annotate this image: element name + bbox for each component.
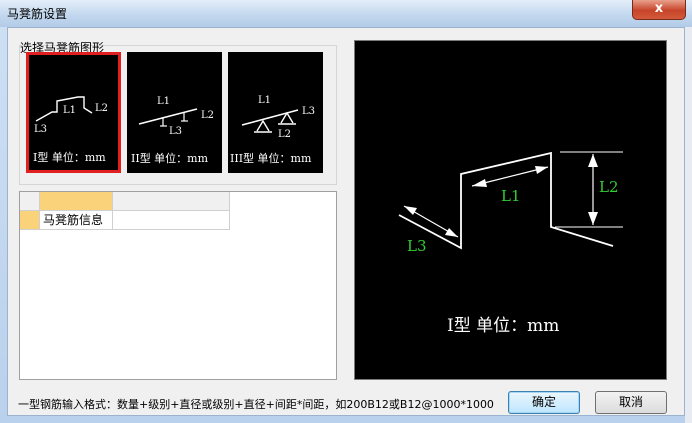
shape-2-l2: L2 xyxy=(201,110,214,121)
input-format-hint: 一型钢筋输入格式：数量+级别+直径或级别+直径+间距*间距，如200B12或B1… xyxy=(18,398,494,411)
shape-2-l3: L3 xyxy=(169,126,182,137)
shape-3-l1: L1 xyxy=(258,95,271,106)
ok-button[interactable]: 确定 xyxy=(508,391,580,414)
grid-row-value[interactable] xyxy=(113,211,230,230)
shape-type-2-drawing: L1 L2 L3 II型 单位：mm xyxy=(131,96,214,165)
title-bar: 马凳筋设置 x xyxy=(0,0,692,27)
shape-3-l3: L3 xyxy=(302,106,315,117)
grid-row-header[interactable] xyxy=(20,211,40,230)
shape-1-l2: L2 xyxy=(95,103,108,114)
shape-option-type-1[interactable]: L1 L2 L3 I型 单位：mm xyxy=(26,52,121,173)
grid-row-name-text: 马凳筋信息 xyxy=(43,213,104,227)
preview-l3: L3 xyxy=(407,237,427,255)
property-grid[interactable]: 马凳筋信息 xyxy=(19,191,337,380)
shape-type-3-drawing: L1 L3 L2 III型 单位：mm xyxy=(230,95,315,165)
shape-1-caption: I型 单位：mm xyxy=(33,150,106,164)
shape-3-caption: III型 单位：mm xyxy=(230,151,312,165)
preview-l2: L2 xyxy=(599,178,619,196)
shape-3-l2: L2 xyxy=(278,129,291,140)
grid-header-name[interactable] xyxy=(40,192,113,211)
cancel-button[interactable]: 取消 xyxy=(595,391,667,414)
shape-1-l3: L3 xyxy=(34,124,47,135)
preview-drawing: L1 L2 L3 I型 单位：mm xyxy=(398,151,623,336)
shape-type-1-drawing: L1 L2 L3 I型 单位：mm xyxy=(33,96,108,164)
close-icon: x xyxy=(654,1,664,16)
grid-header-value[interactable] xyxy=(113,192,230,211)
window-title: 马凳筋设置 xyxy=(7,7,68,21)
preview-l1: L1 xyxy=(501,187,521,205)
shape-option-type-2[interactable]: L1 L2 L3 II型 单位：mm xyxy=(127,52,222,173)
shape-2-l1: L1 xyxy=(157,96,170,107)
grid-corner xyxy=(20,192,40,211)
preview-caption: I型 单位：mm xyxy=(447,316,559,336)
background-window-edge xyxy=(685,27,692,423)
shape-1-l1: L1 xyxy=(63,105,76,116)
shape-2-caption: II型 单位：mm xyxy=(131,151,209,165)
shape-option-type-3[interactable]: L1 L3 L2 III型 单位：mm xyxy=(228,52,323,173)
shape-preview: L1 L2 L3 I型 单位：mm xyxy=(354,40,667,380)
grid-row-name: 马凳筋信息 xyxy=(40,211,113,230)
close-button[interactable]: x xyxy=(632,0,686,20)
